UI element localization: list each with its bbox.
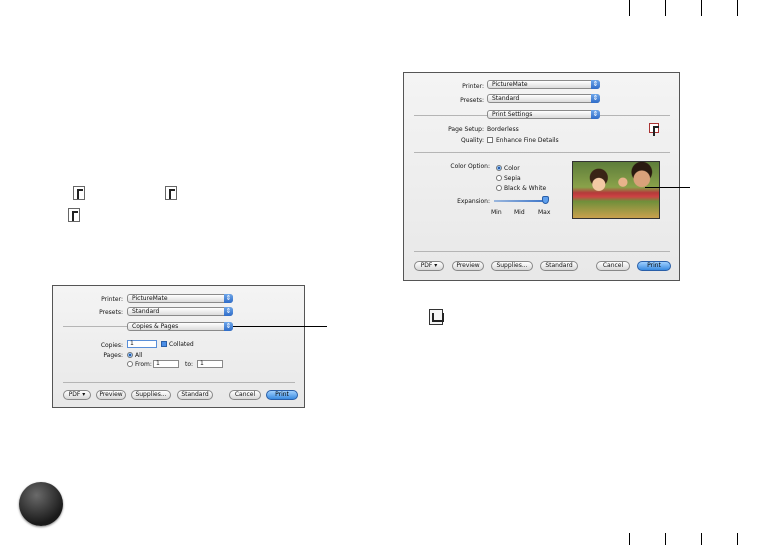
- crop-mark: [701, 533, 702, 545]
- callout-line: [233, 326, 327, 327]
- collated-label: Collated: [169, 341, 194, 348]
- black-white-radio[interactable]: [496, 185, 502, 191]
- pages-from-radio[interactable]: [127, 361, 133, 367]
- copies-pages-dialog: Printer: PictureMate Presets: Standard C…: [52, 285, 305, 408]
- pages-from-label: From:: [135, 361, 152, 368]
- copies-field[interactable]: 1: [127, 340, 157, 348]
- page-number-bullet: [19, 482, 63, 526]
- collated-checkbox[interactable]: [161, 341, 167, 347]
- supplies-button[interactable]: Supplies...: [491, 261, 533, 271]
- color-option-label: Color Option:: [450, 163, 490, 170]
- sepia-option: Sepia: [504, 175, 521, 182]
- standard-button[interactable]: Standard: [177, 390, 213, 400]
- print-settings-icon: [649, 123, 659, 136]
- crop-mark: [629, 0, 630, 16]
- preview-photo: [572, 161, 660, 219]
- page-orientation-icon: [68, 208, 80, 222]
- preview-button[interactable]: Preview: [96, 390, 126, 400]
- presets-popup[interactable]: Standard: [127, 307, 233, 316]
- crop-mark: [629, 533, 630, 545]
- pdf-button[interactable]: PDF ▾: [414, 261, 444, 271]
- black-white-option: Black & White: [504, 185, 547, 192]
- color-radio[interactable]: [496, 165, 502, 171]
- cancel-button[interactable]: Cancel: [596, 261, 630, 271]
- printer-popup[interactable]: PictureMate: [127, 294, 233, 303]
- printer-popup[interactable]: PictureMate: [487, 80, 600, 89]
- panel-popup[interactable]: Copies & Pages: [127, 322, 233, 331]
- separator: [414, 152, 670, 153]
- color-option: Color: [504, 165, 520, 172]
- preview-button[interactable]: Preview: [452, 261, 484, 271]
- expansion-max-label: Max: [538, 209, 551, 216]
- crop-mark: [665, 533, 666, 545]
- separator: [63, 382, 295, 383]
- presets-label: Presets:: [460, 97, 484, 104]
- utility-icon: [429, 309, 444, 325]
- expansion-label: Expansion:: [457, 198, 490, 205]
- standard-button[interactable]: Standard: [540, 261, 578, 271]
- pages-to-label: to:: [185, 361, 194, 368]
- copies-label: Copies:: [100, 342, 123, 349]
- print-settings-dialog: Printer: PictureMate Presets: Standard P…: [403, 72, 680, 281]
- presets-label: Presets:: [99, 309, 123, 316]
- separator: [414, 251, 670, 252]
- crop-mark: [701, 0, 702, 16]
- crop-mark: [737, 0, 738, 16]
- pages-from-field[interactable]: 1: [153, 360, 179, 368]
- page-icon: [73, 186, 85, 200]
- printer-label: Printer:: [462, 83, 484, 90]
- callout-line: [645, 187, 690, 188]
- enhance-label: Enhance Fine Details: [496, 137, 559, 144]
- printer-label: Printer:: [101, 296, 123, 303]
- presets-popup[interactable]: Standard: [487, 94, 600, 103]
- crop-mark: [737, 533, 738, 545]
- supplies-button[interactable]: Supplies...: [131, 390, 171, 400]
- expansion-mid-label: Mid: [514, 209, 525, 216]
- print-button[interactable]: Print: [266, 390, 298, 400]
- pages-all-radio[interactable]: [127, 352, 133, 358]
- cancel-button[interactable]: Cancel: [229, 390, 261, 400]
- enhance-checkbox[interactable]: [487, 137, 493, 143]
- print-button[interactable]: Print: [637, 261, 671, 271]
- expansion-min-label: Min: [491, 209, 502, 216]
- expansion-slider-track[interactable]: [494, 200, 546, 202]
- quality-label: Quality:: [460, 137, 484, 144]
- crop-mark: [665, 0, 666, 16]
- page-setup-label: Page Setup:: [448, 126, 484, 133]
- pages-to-field[interactable]: 1: [197, 360, 223, 368]
- expansion-slider-thumb[interactable]: [542, 196, 549, 204]
- pdf-button[interactable]: PDF ▾: [63, 390, 91, 400]
- page-orientation-icon: [165, 186, 177, 200]
- panel-popup[interactable]: Print Settings: [487, 110, 600, 119]
- page-setup-value: Borderless: [487, 126, 519, 133]
- sepia-radio[interactable]: [496, 175, 502, 181]
- pages-label: Pages:: [103, 352, 123, 359]
- pages-all-label: All: [135, 352, 143, 359]
